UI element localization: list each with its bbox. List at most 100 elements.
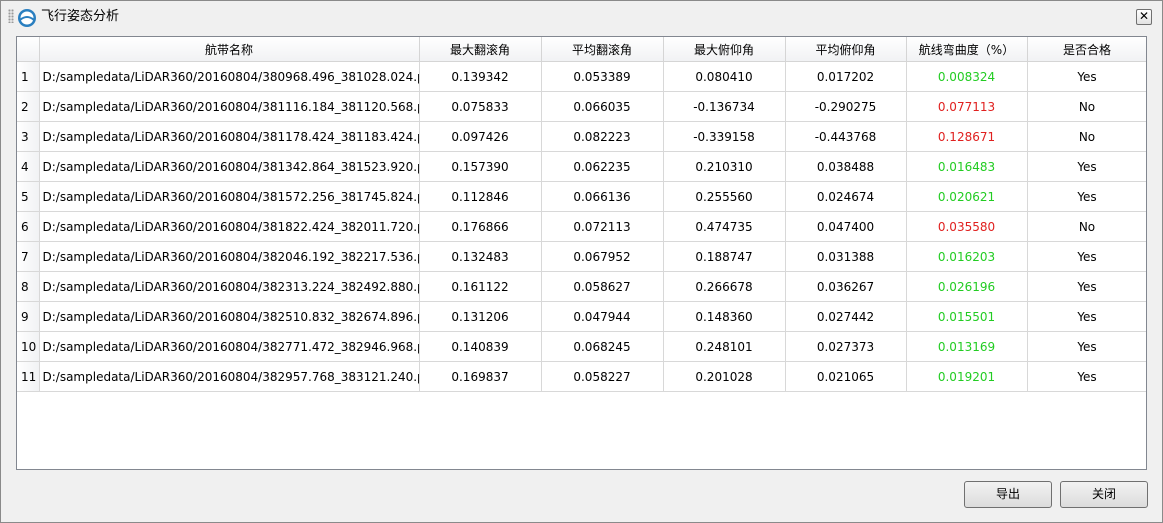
max-pitch-cell[interactable]: 0.080410 xyxy=(663,61,786,92)
row-number[interactable]: 6 xyxy=(17,211,40,242)
strip-name-cell[interactable]: D:/sampledata/LiDAR360/20160804/382771.4… xyxy=(39,331,420,362)
pass-status-cell[interactable]: Yes xyxy=(1027,361,1146,392)
avg-roll-cell[interactable]: 0.062235 xyxy=(541,151,664,182)
table-row[interactable]: 6 D:/sampledata/LiDAR360/20160804/381822.… xyxy=(17,211,1146,242)
pass-status-cell[interactable]: No xyxy=(1027,91,1146,122)
max-pitch-cell[interactable]: -0.339158 xyxy=(663,121,786,152)
row-number[interactable]: 4 xyxy=(17,151,40,182)
max-roll-cell[interactable]: 0.131206 xyxy=(419,301,542,332)
table-row[interactable]: 10 D:/sampledata/LiDAR360/20160804/382771… xyxy=(17,331,1146,362)
avg-pitch-cell[interactable]: 0.021065 xyxy=(785,361,907,392)
avg-roll-cell[interactable]: 0.047944 xyxy=(541,301,664,332)
avg-roll-cell[interactable]: 0.068245 xyxy=(541,331,664,362)
strip-name-cell[interactable]: D:/sampledata/LiDAR360/20160804/382957.7… xyxy=(39,361,420,392)
avg-pitch-cell[interactable]: -0.290275 xyxy=(785,91,907,122)
curvature-cell[interactable]: 0.008324 xyxy=(906,61,1028,92)
pass-status-cell[interactable]: Yes xyxy=(1027,331,1146,362)
avg-roll-cell[interactable]: 0.072113 xyxy=(541,211,664,242)
table-row[interactable]: 1 D:/sampledata/LiDAR360/20160804/380968.… xyxy=(17,61,1146,92)
table-row[interactable]: 11 D:/sampledata/LiDAR360/20160804/382957… xyxy=(17,361,1146,392)
col-header-max-pitch[interactable]: 最大俯仰角 xyxy=(663,37,786,62)
row-number[interactable]: 11 xyxy=(17,361,40,392)
max-roll-cell[interactable]: 0.169837 xyxy=(419,361,542,392)
max-pitch-cell[interactable]: 0.474735 xyxy=(663,211,786,242)
strip-name-cell[interactable]: D:/sampledata/LiDAR360/20160804/382046.1… xyxy=(39,241,420,272)
strip-name-cell[interactable]: D:/sampledata/LiDAR360/20160804/381178.4… xyxy=(39,121,420,152)
pass-status-cell[interactable]: Yes xyxy=(1027,271,1146,302)
max-roll-cell[interactable]: 0.176866 xyxy=(419,211,542,242)
title-bar[interactable]: 飞行姿态分析 ✕ xyxy=(1,1,1162,33)
max-roll-cell[interactable]: 0.075833 xyxy=(419,91,542,122)
max-pitch-cell[interactable]: 0.255560 xyxy=(663,181,786,212)
curvature-cell[interactable]: 0.020621 xyxy=(906,181,1028,212)
curvature-cell[interactable]: 0.128671 xyxy=(906,121,1028,152)
avg-pitch-cell[interactable]: -0.443768 xyxy=(785,121,907,152)
max-roll-cell[interactable]: 0.140839 xyxy=(419,331,542,362)
row-number[interactable]: 5 xyxy=(17,181,40,212)
pass-status-cell[interactable]: No xyxy=(1027,211,1146,242)
row-number[interactable]: 9 xyxy=(17,301,40,332)
max-pitch-cell[interactable]: 0.210310 xyxy=(663,151,786,182)
strip-name-cell[interactable]: D:/sampledata/LiDAR360/20160804/381342.8… xyxy=(39,151,420,182)
pass-status-cell[interactable]: No xyxy=(1027,121,1146,152)
table-row[interactable]: 7 D:/sampledata/LiDAR360/20160804/382046.… xyxy=(17,241,1146,272)
avg-pitch-cell[interactable]: 0.027373 xyxy=(785,331,907,362)
max-roll-cell[interactable]: 0.097426 xyxy=(419,121,542,152)
table-row[interactable]: 9 D:/sampledata/LiDAR360/20160804/382510.… xyxy=(17,301,1146,332)
pass-status-cell[interactable]: Yes xyxy=(1027,181,1146,212)
curvature-cell[interactable]: 0.013169 xyxy=(906,331,1028,362)
window-close-button[interactable]: ✕ xyxy=(1136,9,1152,25)
avg-roll-cell[interactable]: 0.066035 xyxy=(541,91,664,122)
curvature-cell[interactable]: 0.026196 xyxy=(906,271,1028,302)
drag-grip-icon[interactable] xyxy=(8,9,14,23)
pass-status-cell[interactable]: Yes xyxy=(1027,61,1146,92)
curvature-cell[interactable]: 0.015501 xyxy=(906,301,1028,332)
avg-roll-cell[interactable]: 0.082223 xyxy=(541,121,664,152)
avg-pitch-cell[interactable]: 0.047400 xyxy=(785,211,907,242)
max-roll-cell[interactable]: 0.132483 xyxy=(419,241,542,272)
close-button[interactable]: 关闭 xyxy=(1060,481,1148,508)
col-header-curvature[interactable]: 航线弯曲度（%） xyxy=(906,37,1028,62)
max-pitch-cell[interactable]: 0.201028 xyxy=(663,361,786,392)
avg-pitch-cell[interactable]: 0.038488 xyxy=(785,151,907,182)
pass-status-cell[interactable]: Yes xyxy=(1027,151,1146,182)
pass-status-cell[interactable]: Yes xyxy=(1027,241,1146,272)
table-row[interactable]: 4 D:/sampledata/LiDAR360/20160804/381342.… xyxy=(17,151,1146,182)
row-number[interactable]: 2 xyxy=(17,91,40,122)
curvature-cell[interactable]: 0.016203 xyxy=(906,241,1028,272)
table-row[interactable]: 2 D:/sampledata/LiDAR360/20160804/381116.… xyxy=(17,91,1146,122)
row-number[interactable]: 3 xyxy=(17,121,40,152)
strip-name-cell[interactable]: D:/sampledata/LiDAR360/20160804/381572.2… xyxy=(39,181,420,212)
max-roll-cell[interactable]: 0.139342 xyxy=(419,61,542,92)
col-header-max-roll[interactable]: 最大翻滚角 xyxy=(419,37,542,62)
avg-roll-cell[interactable]: 0.053389 xyxy=(541,61,664,92)
col-header-avg-roll[interactable]: 平均翻滚角 xyxy=(541,37,664,62)
export-button[interactable]: 导出 xyxy=(964,481,1052,508)
strip-name-cell[interactable]: D:/sampledata/LiDAR360/20160804/380968.4… xyxy=(39,61,420,92)
avg-pitch-cell[interactable]: 0.024674 xyxy=(785,181,907,212)
table-row[interactable]: 5 D:/sampledata/LiDAR360/20160804/381572.… xyxy=(17,181,1146,212)
avg-pitch-cell[interactable]: 0.017202 xyxy=(785,61,907,92)
curvature-cell[interactable]: 0.077113 xyxy=(906,91,1028,122)
col-header-pass[interactable]: 是否合格 xyxy=(1027,37,1146,62)
max-pitch-cell[interactable]: 0.266678 xyxy=(663,271,786,302)
results-table-frame[interactable]: 航带名称 最大翻滚角 平均翻滚角 最大俯仰角 平均俯仰角 航线弯曲度（%） 是否合格 1 D:… xyxy=(16,36,1147,470)
avg-roll-cell[interactable]: 0.066136 xyxy=(541,181,664,212)
max-roll-cell[interactable]: 0.112846 xyxy=(419,181,542,212)
strip-name-cell[interactable]: D:/sampledata/LiDAR360/20160804/381822.4… xyxy=(39,211,420,242)
max-pitch-cell[interactable]: 0.188747 xyxy=(663,241,786,272)
avg-pitch-cell[interactable]: 0.031388 xyxy=(785,241,907,272)
strip-name-cell[interactable]: D:/sampledata/LiDAR360/20160804/382313.2… xyxy=(39,271,420,302)
col-header-strip-name[interactable]: 航带名称 xyxy=(39,37,420,62)
corner-header[interactable] xyxy=(17,37,40,62)
row-number[interactable]: 1 xyxy=(17,61,40,92)
row-number[interactable]: 8 xyxy=(17,271,40,302)
row-number[interactable]: 10 xyxy=(17,331,40,362)
max-pitch-cell[interactable]: 0.148360 xyxy=(663,301,786,332)
avg-roll-cell[interactable]: 0.067952 xyxy=(541,241,664,272)
table-row[interactable]: 3 D:/sampledata/LiDAR360/20160804/381178.… xyxy=(17,121,1146,152)
strip-name-cell[interactable]: D:/sampledata/LiDAR360/20160804/382510.8… xyxy=(39,301,420,332)
strip-name-cell[interactable]: D:/sampledata/LiDAR360/20160804/381116.1… xyxy=(39,91,420,122)
avg-roll-cell[interactable]: 0.058227 xyxy=(541,361,664,392)
pass-status-cell[interactable]: Yes xyxy=(1027,301,1146,332)
